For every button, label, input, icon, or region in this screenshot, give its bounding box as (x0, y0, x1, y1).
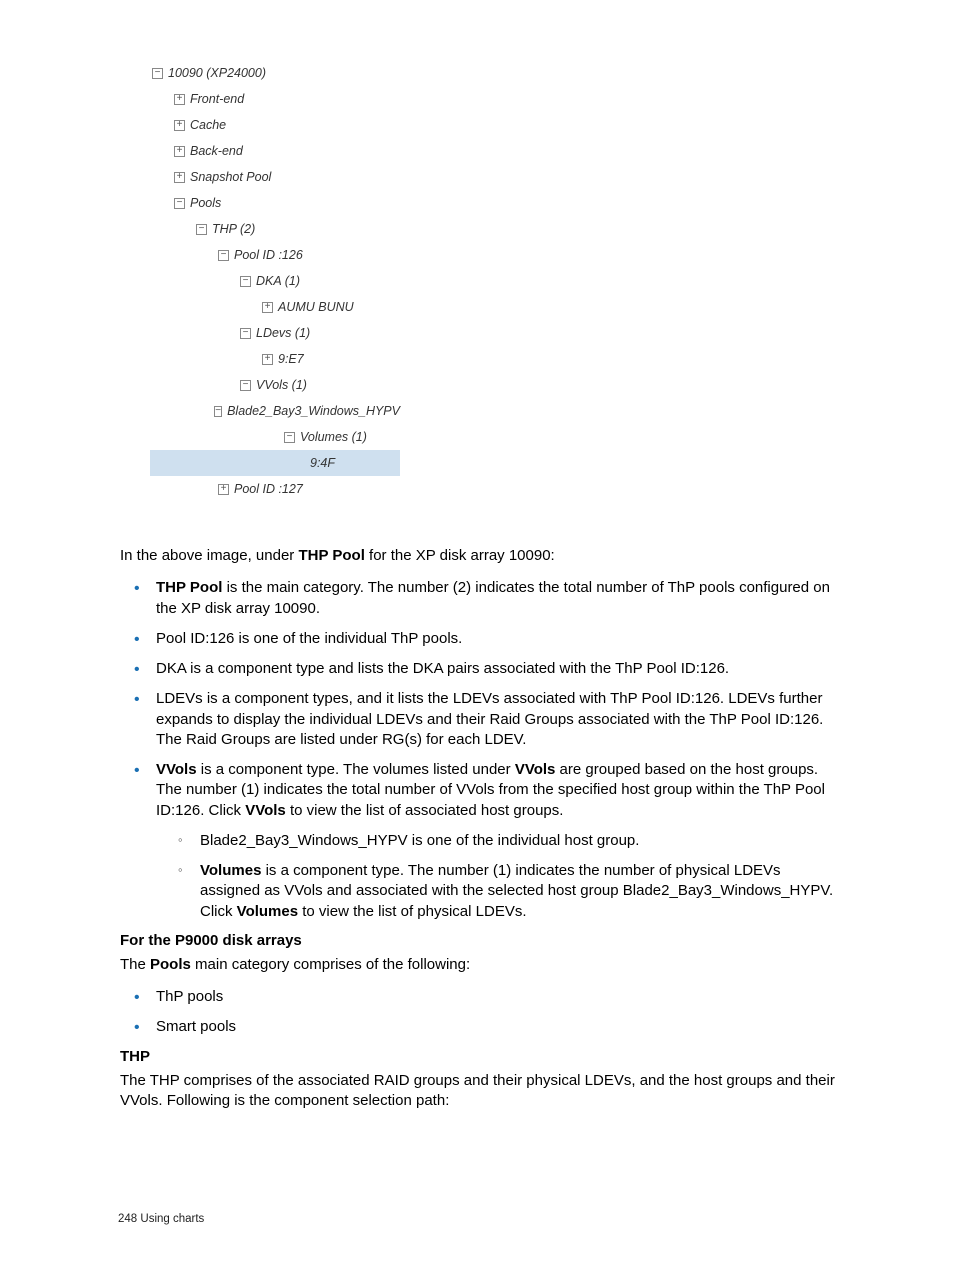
text: to view the list of physical LDEVs. (298, 903, 526, 920)
tree-node-vvols[interactable]: − VVols (1) (150, 372, 400, 398)
collapse-icon[interactable]: − (152, 68, 163, 79)
tree-label: DKA (1) (256, 274, 300, 288)
tree-label: 10090 (XP24000) (168, 66, 266, 80)
tree-node-pool-127[interactable]: + Pool ID :127 (150, 476, 400, 502)
tree-label: AUMU BUNU (278, 300, 354, 314)
text-bold: THP Pool (156, 579, 222, 596)
heading-thp: THP (120, 1048, 839, 1065)
intro-paragraph: In the above image, under THP Pool for t… (120, 546, 839, 566)
tree-node-pool-126[interactable]: − Pool ID :126 (150, 242, 400, 268)
paragraph: The Pools main category comprises of the… (120, 955, 839, 975)
list-item: Blade2_Bay3_Windows_HYPV is one of the i… (170, 831, 839, 851)
collapse-icon[interactable]: − (174, 198, 185, 209)
section-title: Using charts (140, 1213, 204, 1225)
page-footer: 248 Using charts (118, 1213, 204, 1225)
list-item: DKA is a component type and lists the DK… (120, 659, 839, 679)
text-bold: Volumes (237, 903, 298, 920)
text: for the XP disk array 10090: (365, 547, 555, 564)
tree-label: Back-end (190, 144, 243, 158)
text: main category comprises of the following… (191, 956, 470, 973)
expand-icon[interactable]: + (218, 484, 229, 495)
collapse-icon[interactable]: − (196, 224, 207, 235)
expand-icon[interactable]: + (262, 302, 273, 313)
tree-label: Blade2_Bay3_Windows_HYPV (227, 404, 400, 418)
text-bold: VVols (515, 761, 556, 778)
tree-label: Pool ID :127 (234, 482, 303, 496)
tree-node-ldev-9e7[interactable]: + 9:E7 (150, 346, 400, 372)
tree-label: VVols (1) (256, 378, 307, 392)
text: ThP pools (156, 988, 223, 1005)
tree-node-cache[interactable]: + Cache (150, 112, 400, 138)
collapse-icon[interactable]: − (218, 250, 229, 261)
tree-node-ldevs[interactable]: − LDevs (1) (150, 320, 400, 346)
text: is a component type. The volumes listed … (197, 761, 515, 778)
list-item: Volumes is a component type. The number … (170, 861, 839, 922)
collapse-icon[interactable]: − (284, 432, 295, 443)
tree-node-frontend[interactable]: + Front-end (150, 86, 400, 112)
tree-label: Pool ID :126 (234, 248, 303, 262)
text: to view the list of associated host grou… (286, 802, 564, 819)
tree-label: Front-end (190, 92, 244, 106)
text: The (120, 956, 150, 973)
text-bold: THP Pool (298, 547, 364, 564)
sub-bullet-list: Blade2_Bay3_Windows_HYPV is one of the i… (170, 831, 839, 922)
tree-node-94f[interactable]: 9:4F (150, 450, 400, 476)
list-item: ThP pools (120, 987, 839, 1007)
collapse-icon[interactable]: − (240, 328, 251, 339)
tree-label: Pools (190, 196, 221, 210)
tree-node-root[interactable]: − 10090 (XP24000) (150, 60, 400, 86)
tree-node-volumes[interactable]: − Volumes (1) (150, 424, 400, 450)
bullet-list-main: THP Pool is the main category. The numbe… (120, 578, 839, 922)
paragraph: The THP comprises of the associated RAID… (120, 1071, 839, 1112)
tree-node-blade2[interactable]: − Blade2_Bay3_Windows_HYPV (150, 398, 400, 424)
expand-icon[interactable]: + (174, 94, 185, 105)
text: DKA is a component type and lists the DK… (156, 660, 729, 677)
expand-icon[interactable]: + (174, 172, 185, 183)
tree-label: Snapshot Pool (190, 170, 271, 184)
list-item: VVols is a component type. The volumes l… (120, 760, 839, 922)
tree-node-dka[interactable]: − DKA (1) (150, 268, 400, 294)
list-item: Pool ID:126 is one of the individual ThP… (120, 629, 839, 649)
expand-icon[interactable]: + (262, 354, 273, 365)
text-bold: Pools (150, 956, 191, 973)
expand-icon[interactable]: + (174, 146, 185, 157)
collapse-icon[interactable]: − (240, 380, 251, 391)
tree-label: 9:E7 (278, 352, 304, 366)
text: Smart pools (156, 1018, 236, 1035)
text: LDEVs is a component types, and it lists… (156, 690, 823, 748)
tree-label: LDevs (1) (256, 326, 310, 340)
text: The THP comprises of the associated RAID… (120, 1072, 835, 1109)
tree-node-thp[interactable]: − THP (2) (150, 216, 400, 242)
list-item: THP Pool is the main category. The numbe… (120, 578, 839, 619)
list-item: Smart pools (120, 1017, 839, 1037)
tree-node-aumu-bunu[interactable]: + AUMU BUNU (150, 294, 400, 320)
list-item: LDEVs is a component types, and it lists… (120, 689, 839, 750)
expand-icon[interactable]: + (174, 120, 185, 131)
tree-label: Volumes (1) (300, 430, 367, 444)
bullet-list-p9000: ThP pools Smart pools (120, 987, 839, 1038)
tree-node-snapshot-pool[interactable]: + Snapshot Pool (150, 164, 400, 190)
tree-view: − 10090 (XP24000) + Front-end + Cache + … (150, 60, 400, 502)
text: is the main category. The number (2) ind… (156, 579, 830, 616)
text: Blade2_Bay3_Windows_HYPV is one of the i… (200, 832, 639, 849)
text-bold: Volumes (200, 862, 261, 879)
heading-p9000: For the P9000 disk arrays (120, 932, 839, 949)
tree-label: 9:4F (310, 456, 335, 470)
page-number: 248 (118, 1213, 137, 1225)
collapse-icon[interactable]: − (240, 276, 251, 287)
tree-node-backend[interactable]: + Back-end (150, 138, 400, 164)
tree-label: THP (2) (212, 222, 255, 236)
text: Pool ID:126 is one of the individual ThP… (156, 630, 462, 647)
text: In the above image, under (120, 547, 298, 564)
tree-label: Cache (190, 118, 226, 132)
collapse-icon[interactable]: − (214, 406, 222, 417)
text-bold: VVols (156, 761, 197, 778)
tree-node-pools[interactable]: − Pools (150, 190, 400, 216)
text-bold: VVols (245, 802, 286, 819)
